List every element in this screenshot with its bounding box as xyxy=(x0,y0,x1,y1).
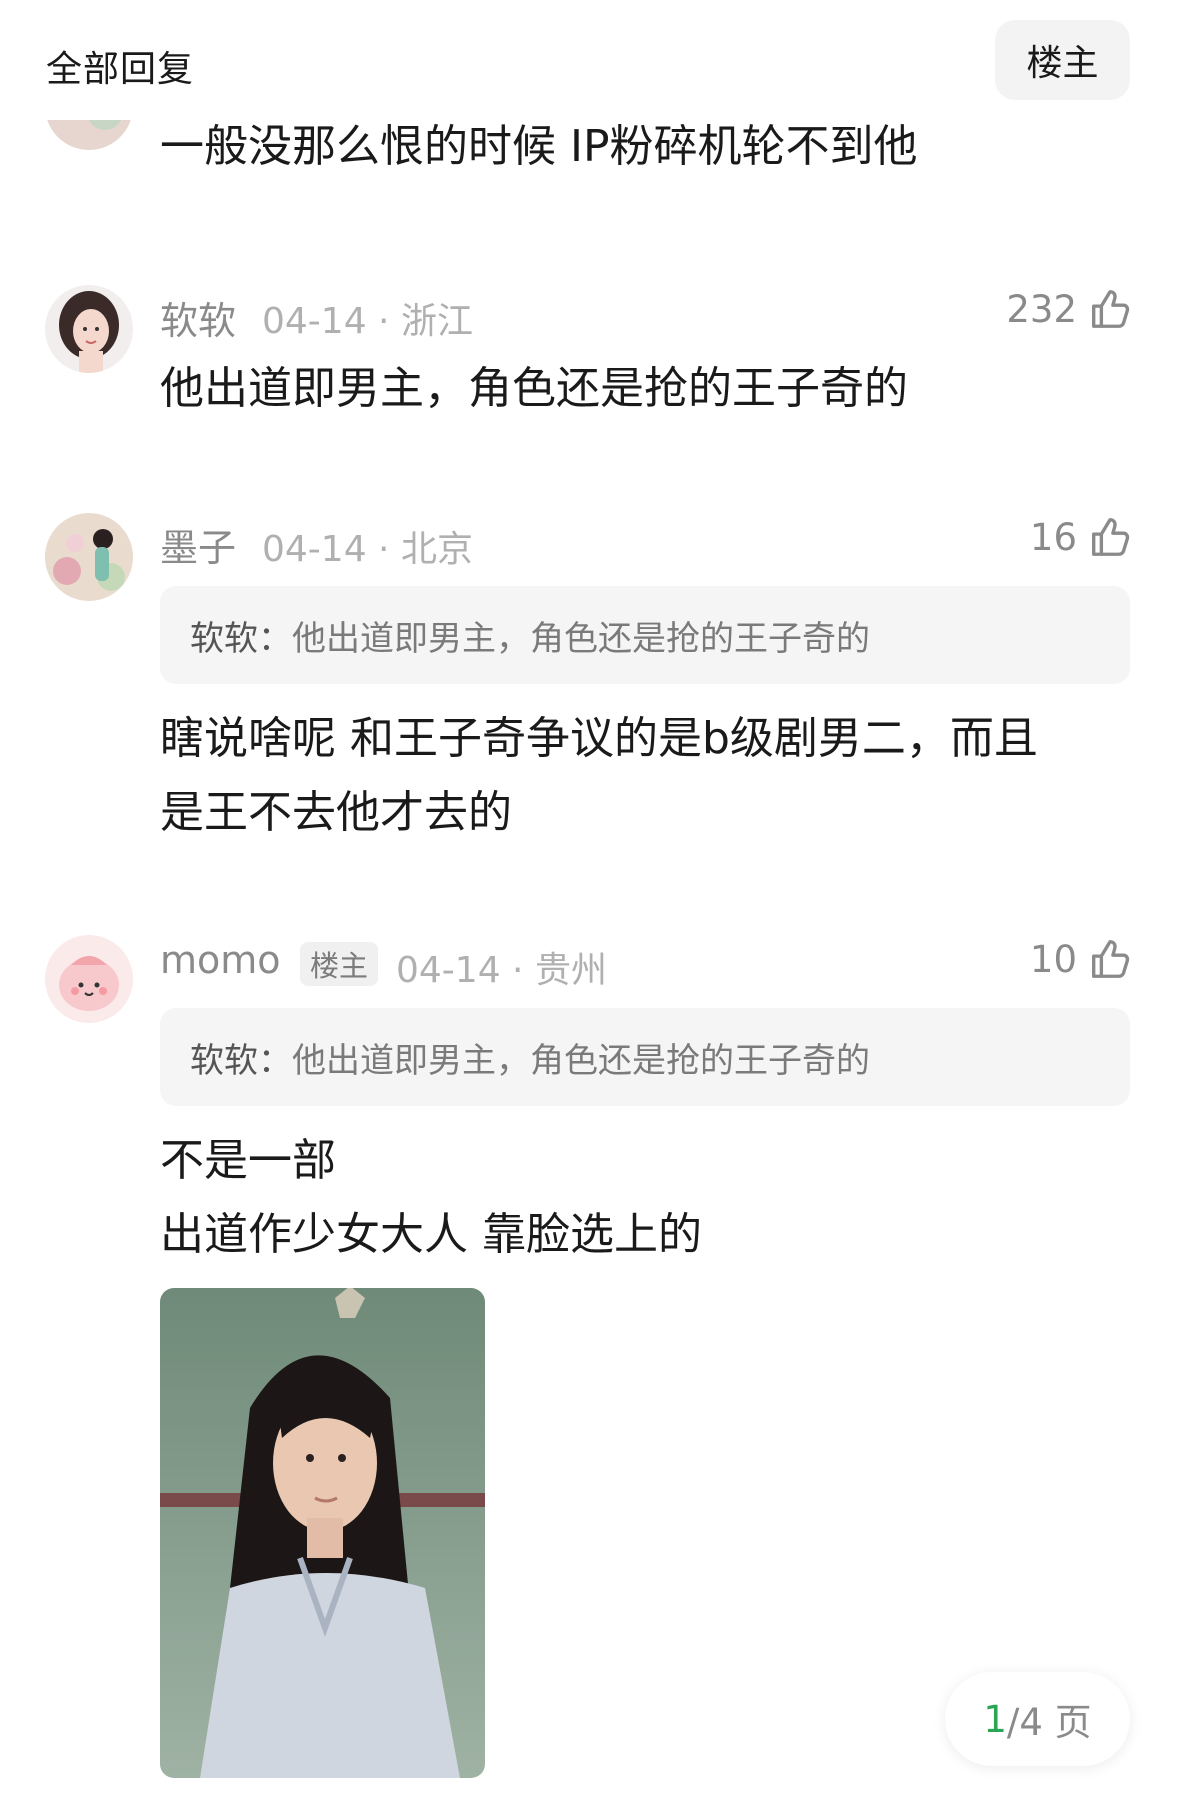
comment-meta: 04-14 · 贵州 xyxy=(396,950,607,991)
comment-image[interactable] xyxy=(160,1288,485,1778)
username[interactable]: 墨子 xyxy=(160,517,236,572)
page-indicator[interactable]: 1 /4 页 xyxy=(945,1672,1130,1766)
comment-text: 他出道即男主，角色还是抢的王子奇的 xyxy=(160,363,908,414)
top-bar: 全部回复 楼主 xyxy=(0,0,1179,120)
avatar[interactable] xyxy=(45,513,133,601)
avatar[interactable] xyxy=(45,935,133,1023)
comment-meta: 04-14 · 北京 xyxy=(262,529,473,570)
like-button[interactable]: 16 xyxy=(1030,514,1133,560)
current-page: 1 xyxy=(983,1697,1007,1741)
quote-author: 软软： xyxy=(190,1040,292,1081)
op-only-filter-button[interactable]: 楼主 xyxy=(995,20,1130,100)
quoted-reply[interactable]: 软软： 他出道即男主，角色还是抢的王子奇的 xyxy=(160,586,1130,684)
username[interactable]: momo xyxy=(160,938,281,982)
like-button[interactable]: 10 xyxy=(1030,936,1133,982)
thumbs-up-icon[interactable] xyxy=(1087,286,1133,332)
comment-text: 瞎说啥呢 和王子奇争议的是b级剧男二，而且 是王不去他才去的 xyxy=(160,713,1038,838)
like-button[interactable]: 232 xyxy=(1006,286,1133,332)
page-title: 全部回复 xyxy=(46,49,195,90)
reply-list: 一般没那么恨的时候 IP粉碎机轮不到他 软软 04-14 · 浙江 232 他出… xyxy=(0,0,1179,1815)
like-count: 16 xyxy=(1029,515,1077,559)
thumbs-up-icon[interactable] xyxy=(1087,514,1133,560)
comment-text: 不是一部 出道作少女大人 靠脸选上的 xyxy=(160,1135,702,1260)
op-badge: 楼主 xyxy=(300,942,379,986)
quote-author: 软软： xyxy=(190,618,292,659)
quote-text: 他出道即男主，角色还是抢的王子奇的 xyxy=(292,618,870,659)
username[interactable]: 软软 xyxy=(160,290,236,345)
avatar[interactable] xyxy=(45,285,133,373)
quote-text: 他出道即男主，角色还是抢的王子奇的 xyxy=(292,1040,870,1081)
like-count: 10 xyxy=(1029,937,1077,981)
comment-meta: 04-14 · 浙江 xyxy=(262,301,473,342)
thumbs-up-icon[interactable] xyxy=(1087,936,1133,982)
quoted-reply[interactable]: 软软： 他出道即男主，角色还是抢的王子奇的 xyxy=(160,1008,1130,1106)
comment-text: 一般没那么恨的时候 IP粉碎机轮不到他 xyxy=(160,121,918,172)
total-pages: /4 页 xyxy=(1006,1701,1092,1744)
like-count: 232 xyxy=(1006,287,1077,331)
